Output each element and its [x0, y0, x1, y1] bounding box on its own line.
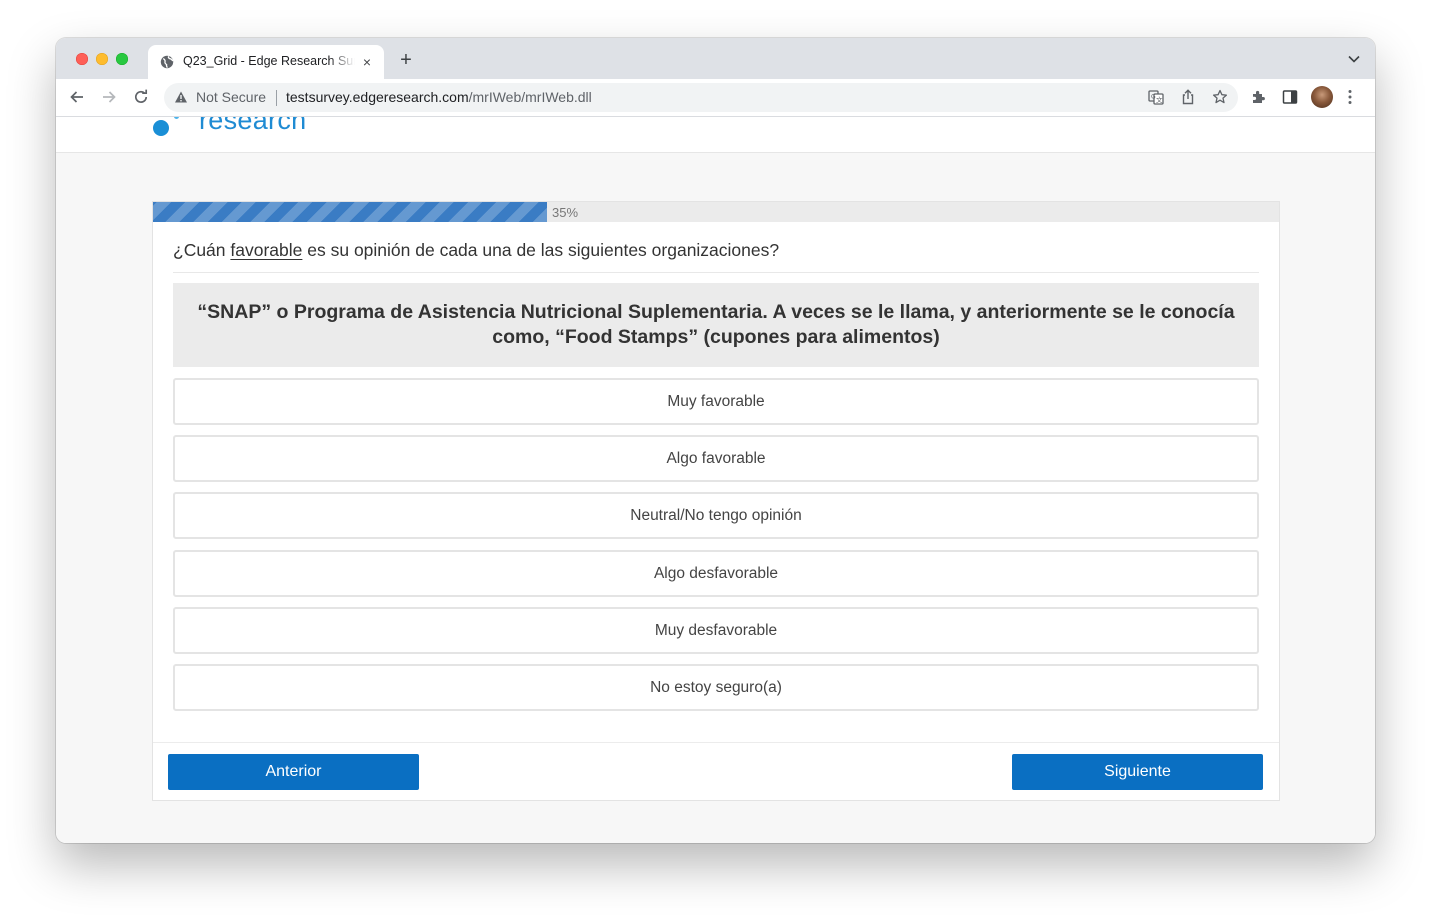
zoom-window-button[interactable] — [116, 53, 128, 65]
next-button[interactable]: Siguiente — [1012, 754, 1263, 790]
title-bar: Q23_Grid - Edge Research Survey × + — [56, 38, 1375, 79]
address-bar[interactable]: Not Secure testsurvey.edgeresearch.com/m… — [164, 83, 1238, 112]
option-muy-desfavorable[interactable]: Muy desfavorable — [173, 607, 1259, 654]
extensions-puzzle-icon[interactable] — [1250, 89, 1266, 105]
minimize-window-button[interactable] — [96, 53, 108, 65]
browser-toolbar: Not Secure testsurvey.edgeresearch.com/m… — [56, 79, 1375, 117]
side-panel-icon[interactable] — [1282, 89, 1298, 105]
question-divider — [173, 272, 1259, 273]
page-viewport: research 35% ¿Cuán favorable es su opini… — [56, 117, 1375, 843]
option-algo-favorable[interactable]: Algo favorable — [173, 435, 1259, 482]
security-label[interactable]: Not Secure — [196, 89, 266, 105]
logo-dot — [153, 120, 169, 136]
warning-icon[interactable] — [174, 90, 188, 104]
progress-fill — [153, 202, 547, 222]
more-menu-icon[interactable] — [1348, 89, 1352, 105]
svg-text:文: 文 — [1156, 95, 1163, 104]
reload-icon[interactable] — [132, 88, 150, 106]
option-muy-favorable[interactable]: Muy favorable — [173, 378, 1259, 425]
url-host: testsurvey.edgeresearch.com — [286, 89, 469, 105]
globe-favicon-icon — [160, 55, 174, 69]
grid-item-text: “SNAP” o Programa de Asistencia Nutricio… — [197, 301, 1235, 348]
question-text: ¿Cuán favorable es su opinión de cada un… — [173, 240, 1259, 261]
address-separator — [276, 90, 277, 106]
progress-bar: 35% — [153, 202, 1279, 222]
site-header: research — [56, 117, 1375, 153]
option-neutral[interactable]: Neutral/No tengo opinión — [173, 492, 1259, 539]
logo-dot-small — [174, 117, 179, 119]
tab-dropdown-icon[interactable] — [1347, 53, 1361, 65]
profile-avatar[interactable] — [1311, 86, 1333, 108]
progress-label: 35% — [552, 205, 579, 220]
forward-arrow-icon[interactable] — [100, 88, 118, 106]
previous-button[interactable]: Anterior — [168, 754, 419, 790]
bookmark-star-icon[interactable] — [1212, 89, 1228, 105]
active-tab[interactable]: Q23_Grid - Edge Research Survey × — [148, 45, 384, 79]
survey-card: 35% ¿Cuán favorable es su opinión de cad… — [152, 201, 1280, 801]
new-tab-button[interactable]: + — [396, 50, 416, 70]
option-no-estoy-seguro[interactable]: No estoy seguro(a) — [173, 664, 1259, 711]
grid-item-header: “SNAP” o Programa de Asistencia Nutricio… — [173, 283, 1259, 367]
tab-close-icon[interactable]: × — [360, 55, 374, 69]
close-window-button[interactable] — [76, 53, 88, 65]
tab-title: Q23_Grid - Edge Research Survey — [183, 54, 355, 68]
url-text[interactable]: testsurvey.edgeresearch.com/mrIWeb/mrIWe… — [286, 89, 592, 105]
browser-window: Q23_Grid - Edge Research Survey × + Not … — [56, 38, 1375, 843]
question-suffix: es su opinión de cada una de las siguien… — [302, 240, 780, 260]
url-path: /mrIWeb/mrIWeb.dll — [468, 89, 592, 105]
share-icon[interactable] — [1180, 89, 1196, 105]
option-algo-desfavorable[interactable]: Algo desfavorable — [173, 550, 1259, 597]
site-logo-text: research — [199, 117, 307, 135]
question-emphasis: favorable — [230, 240, 303, 260]
question-prefix: ¿Cuán — [173, 240, 231, 260]
back-arrow-icon[interactable] — [68, 88, 86, 106]
translate-icon[interactable]: G 文 — [1148, 89, 1164, 105]
survey-footer: Anterior Siguiente — [153, 742, 1279, 801]
